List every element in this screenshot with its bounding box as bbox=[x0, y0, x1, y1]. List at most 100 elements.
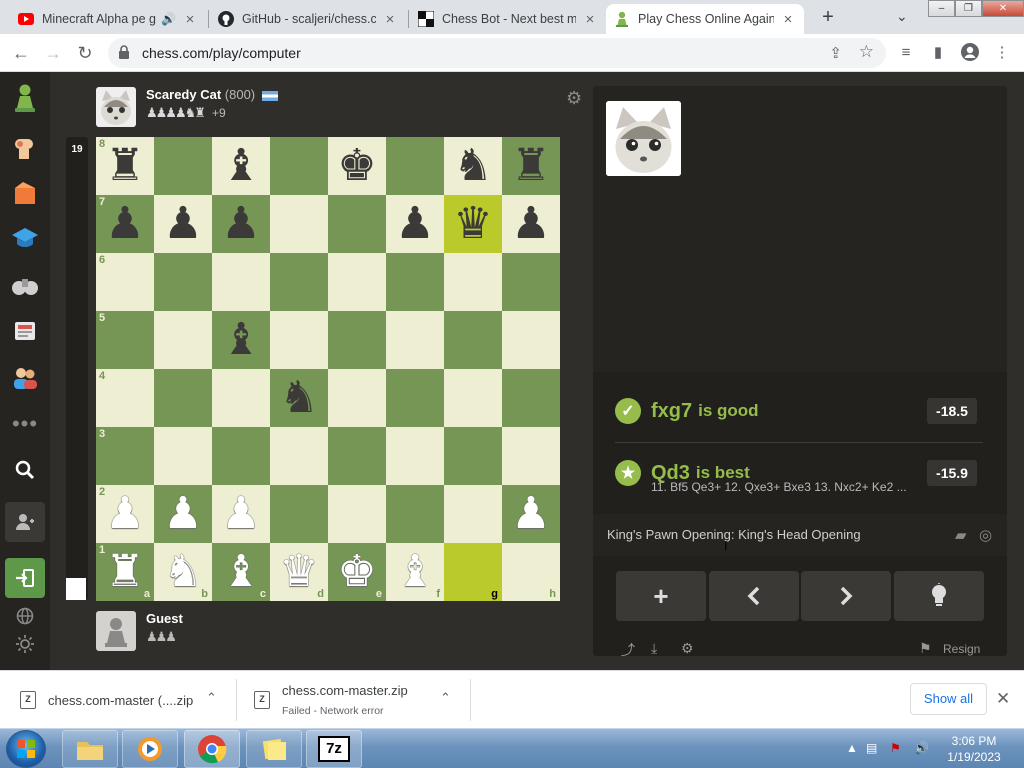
black-bishop-icon[interactable]: ♝ bbox=[221, 318, 260, 362]
best-line[interactable]: 11. Bf5 Qe3+ 12. Qxe3+ Bxe3 13. Nxc2+ Ke… bbox=[651, 480, 907, 494]
black-knight-icon[interactable]: ♞ bbox=[279, 376, 318, 420]
black-rook-icon[interactable]: ♜ bbox=[105, 144, 144, 188]
close-tab-icon[interactable]: × bbox=[382, 11, 398, 28]
square-b2[interactable]: ♟ bbox=[154, 485, 212, 543]
square-h8[interactable]: ♜ bbox=[502, 137, 560, 195]
square-h1[interactable]: h bbox=[502, 543, 560, 601]
profile-avatar-icon[interactable] bbox=[960, 43, 980, 63]
square-f5[interactable] bbox=[386, 311, 444, 369]
square-g2[interactable] bbox=[444, 485, 502, 543]
search-icon[interactable] bbox=[9, 454, 41, 486]
add-user-icon[interactable] bbox=[5, 502, 45, 542]
media-control-icon[interactable]: ≡ bbox=[896, 43, 916, 63]
chevron-up-icon[interactable]: ⌃ bbox=[440, 690, 451, 706]
square-d7[interactable] bbox=[270, 195, 328, 253]
square-c1[interactable]: ♝ c bbox=[212, 543, 270, 601]
tray-volume-icon[interactable]: 🔊 bbox=[914, 741, 929, 755]
player-name[interactable]: Guest bbox=[146, 611, 183, 626]
square-b6[interactable] bbox=[154, 253, 212, 311]
address-bar[interactable]: chess.com/play/computer ⇪ ☆ bbox=[108, 38, 886, 68]
play-hand-icon[interactable] bbox=[9, 132, 41, 164]
share-icon[interactable]: ⤴ bbox=[621, 640, 635, 656]
square-a6[interactable]: 6 bbox=[96, 253, 154, 311]
board-settings-gear-icon[interactable]: ⚙ bbox=[566, 88, 582, 109]
square-e1[interactable]: ♚ e bbox=[328, 543, 386, 601]
square-g7[interactable]: ♛ bbox=[444, 195, 502, 253]
tray-network-icon[interactable]: ▤ bbox=[866, 741, 877, 755]
square-e7[interactable] bbox=[328, 195, 386, 253]
tab-minecraft[interactable]: Minecraft Alpha pe g 🔊 × bbox=[10, 4, 206, 34]
square-f8[interactable] bbox=[386, 137, 444, 195]
square-e5[interactable] bbox=[328, 311, 386, 369]
black-knight-icon[interactable]: ♞ bbox=[453, 144, 492, 188]
minimize-button[interactable]: – bbox=[928, 0, 955, 17]
chess-logo-icon[interactable] bbox=[9, 82, 41, 114]
tab-chess-bot[interactable]: Chess Bot - Next best mo × bbox=[410, 4, 606, 34]
browser-menu-icon[interactable]: ⋮ bbox=[992, 43, 1012, 63]
white-bishop-icon[interactable]: ♝ bbox=[395, 550, 434, 594]
square-d8[interactable] bbox=[270, 137, 328, 195]
square-c3[interactable] bbox=[212, 427, 270, 485]
tab-github[interactable]: GitHub - scaljeri/chess.co × bbox=[210, 4, 406, 34]
square-c5[interactable]: ♝ bbox=[212, 311, 270, 369]
square-g8[interactable]: ♞ bbox=[444, 137, 502, 195]
7zip-app-icon[interactable]: 7z bbox=[306, 730, 362, 768]
square-e8[interactable]: ♚ bbox=[328, 137, 386, 195]
white-rook-icon[interactable]: ♜ bbox=[105, 550, 144, 594]
watch-binoculars-icon[interactable] bbox=[9, 270, 41, 302]
opening-name[interactable]: King's Pawn Opening: King's Head Opening bbox=[607, 527, 861, 542]
square-f7[interactable]: ♟ bbox=[386, 195, 444, 253]
social-people-icon[interactable] bbox=[9, 362, 41, 394]
square-a1[interactable]: ♜ 1 a bbox=[96, 543, 154, 601]
resign-flag-icon[interactable]: ⚑ bbox=[919, 640, 932, 656]
black-pawn-icon[interactable]: ♟ bbox=[221, 202, 260, 246]
square-f6[interactable] bbox=[386, 253, 444, 311]
opponent-name[interactable]: Scaredy Cat bbox=[146, 87, 221, 102]
black-rook-icon[interactable]: ♜ bbox=[511, 144, 550, 188]
hint-button[interactable] bbox=[894, 571, 984, 621]
new-tab-button[interactable]: + bbox=[816, 6, 840, 30]
opponent-avatar[interactable] bbox=[96, 87, 136, 127]
black-queen-icon[interactable]: ♛ bbox=[453, 202, 492, 246]
square-d4[interactable]: ♞ bbox=[270, 369, 328, 427]
white-queen-icon[interactable]: ♛ bbox=[279, 550, 318, 594]
square-a8[interactable]: ♜ 8 bbox=[96, 137, 154, 195]
puzzles-icon[interactable] bbox=[9, 177, 41, 209]
back-arrow-icon[interactable]: ← bbox=[10, 42, 32, 64]
square-g1[interactable]: g bbox=[444, 543, 502, 601]
login-icon[interactable] bbox=[5, 558, 45, 598]
square-a4[interactable]: 4 bbox=[96, 369, 154, 427]
square-b1[interactable]: ♞ b bbox=[154, 543, 212, 601]
start-button[interactable] bbox=[6, 730, 46, 768]
square-a7[interactable]: ♟ 7 bbox=[96, 195, 154, 253]
square-d2[interactable] bbox=[270, 485, 328, 543]
square-e4[interactable] bbox=[328, 369, 386, 427]
square-c7[interactable]: ♟ bbox=[212, 195, 270, 253]
square-a5[interactable]: 5 bbox=[96, 311, 154, 369]
black-king-icon[interactable]: ♚ bbox=[337, 144, 376, 188]
white-king-icon[interactable]: ♚ bbox=[337, 550, 376, 594]
chess-board[interactable]: ♜ 8 ♝ ♚ ♞ ♜ ♟ 7 ♟ ♟ ♟ ♛ ♟ 6 5 ♝ 4 ♞ 3 ♟ 2 ♟ ♟ ♟ ♜ 1 a ♞ b ♝ c ♛ d ♚ e ♝ f g h bbox=[96, 137, 560, 601]
download-item[interactable]: Z chess.com-master (....zip ⌃ bbox=[8, 671, 232, 729]
side-panel-icon[interactable]: ▮ bbox=[928, 43, 948, 63]
square-b8[interactable] bbox=[154, 137, 212, 195]
square-h7[interactable]: ♟ bbox=[502, 195, 560, 253]
tab-play-chess[interactable]: Play Chess Online Agains × bbox=[606, 4, 804, 34]
white-pawn-icon[interactable]: ♟ bbox=[163, 492, 202, 536]
explorer-folder-icon[interactable] bbox=[62, 730, 118, 768]
square-c8[interactable]: ♝ bbox=[212, 137, 270, 195]
close-tab-icon[interactable]: × bbox=[780, 11, 796, 28]
white-pawn-icon[interactable]: ♟ bbox=[105, 492, 144, 536]
theme-sun-icon[interactable] bbox=[9, 628, 41, 660]
square-b5[interactable] bbox=[154, 311, 212, 369]
square-h4[interactable] bbox=[502, 369, 560, 427]
square-b3[interactable] bbox=[154, 427, 212, 485]
square-f4[interactable] bbox=[386, 369, 444, 427]
close-tab-icon[interactable]: × bbox=[182, 11, 198, 28]
square-f1[interactable]: ♝ f bbox=[386, 543, 444, 601]
square-a3[interactable]: 3 bbox=[96, 427, 154, 485]
square-g4[interactable] bbox=[444, 369, 502, 427]
square-f2[interactable] bbox=[386, 485, 444, 543]
white-bishop-icon[interactable]: ♝ bbox=[221, 550, 260, 594]
download-icon[interactable]: ⤓ bbox=[651, 640, 657, 656]
